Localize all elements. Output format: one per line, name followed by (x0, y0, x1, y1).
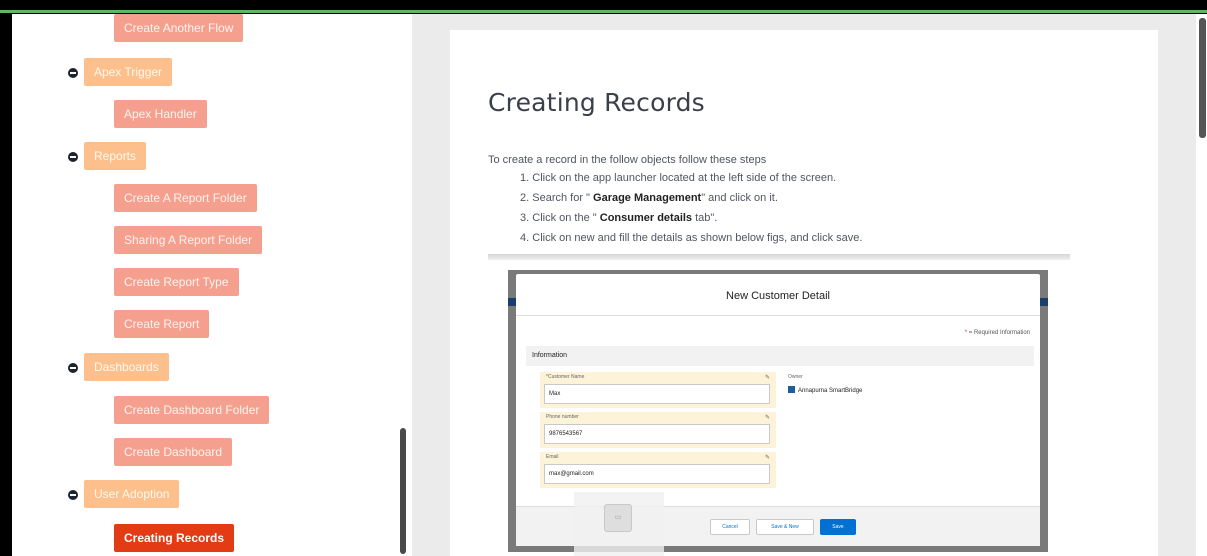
step-1: 1. Click on the app launcher located at … (520, 172, 836, 184)
top-accent-line (0, 10, 1207, 13)
field-label: Email (546, 454, 559, 460)
sidebar-item-label[interactable]: Create A Report Folder (114, 184, 257, 212)
user-icon (788, 386, 795, 393)
edit-icon: ✎ (764, 455, 770, 461)
edit-icon: ✎ (764, 375, 770, 381)
step-text-after: " and click on it. (701, 192, 778, 204)
sidebar-item-label[interactable]: Dashboards (84, 353, 169, 381)
step-number: 4. (520, 232, 530, 244)
step-3: 3. Click on the " Consumer details tab". (520, 212, 717, 224)
field-input: max@gmail.com (544, 464, 770, 484)
step-bold: Garage Management (593, 192, 702, 204)
field-label: Phone number (546, 414, 579, 420)
required-note: * = Required Information (964, 330, 1030, 336)
sidebar-scrollbar-thumb[interactable] (400, 428, 406, 554)
sidebar-item-label[interactable]: Reports (84, 142, 147, 170)
step-2: 2. Search for " Garage Management" and c… (520, 192, 778, 204)
sidebar-item-label[interactable]: Create Report (114, 310, 210, 338)
sidebar-nav: Create Another Flow Apex Trigger Apex Ha… (12, 14, 412, 556)
section-header: Information (526, 346, 1034, 366)
email-field: Email ✎ max@gmail.com (540, 452, 776, 488)
step-4: 4. Click on new and fill the details as … (520, 232, 862, 244)
save-button: Save (820, 519, 856, 535)
page-title: Creating Records (488, 88, 705, 117)
sidebar-item-label[interactable]: Create Report Type (114, 268, 239, 296)
field-label: *Customer Name (546, 374, 585, 380)
sidebar-item-label[interactable]: Sharing A Report Folder (114, 226, 263, 254)
step-number: 3. (520, 212, 530, 224)
field-input: Max (544, 384, 770, 404)
owner-value: Annapurna SmartBridge (788, 386, 862, 394)
step-number: 1. (520, 172, 530, 184)
collapse-icon[interactable] (68, 68, 78, 78)
sidebar-item-label[interactable]: Create Dashboard (114, 438, 233, 466)
step-text: Search for " (532, 192, 594, 204)
step-text-after: tab". (695, 212, 718, 224)
intro-text: To create a record in the follow objects… (488, 154, 767, 166)
cancel-button: Cancel (710, 519, 750, 535)
step-text: Click on new and fill the details as sho… (532, 232, 863, 244)
screen: Create Another Flow Apex Trigger Apex Ha… (0, 0, 1207, 556)
phone-number-field: Phone number ✎ 9876543567 (540, 412, 776, 448)
main-content: Creating Records To create a record in t… (412, 14, 1196, 556)
sidebar-item-label[interactable]: Creating Records (114, 524, 235, 552)
owner-label: Owner (788, 374, 803, 380)
customer-name-field: *Customer Name ✎ Max (540, 372, 776, 408)
sidebar-item-label[interactable]: User Adoption (84, 480, 180, 508)
collapse-icon[interactable] (68, 363, 78, 373)
sidebar-item-label[interactable]: Create Another Flow (114, 14, 244, 42)
sidebar-item-label[interactable]: Create Dashboard Folder (114, 396, 270, 424)
collapse-icon[interactable] (68, 152, 78, 162)
image-icon[interactable]: ▭ (604, 504, 632, 532)
step-text: Click on the app launcher located at the… (532, 172, 837, 184)
save-new-button: Save & New (756, 519, 814, 535)
edit-icon: ✎ (764, 415, 770, 421)
step-text: Click on the " (532, 212, 600, 224)
sidebar-item-label[interactable]: Apex Handler (114, 100, 207, 128)
collapse-icon[interactable] (68, 490, 78, 500)
step-number: 2. (520, 192, 530, 204)
top-bar (0, 0, 1207, 14)
content-card: Creating Records To create a record in t… (450, 30, 1158, 556)
page-scrollbar-thumb[interactable] (1199, 18, 1206, 138)
modal-title: New Customer Detail (516, 274, 1040, 316)
section-divider (488, 254, 1070, 260)
field-input: 9876543567 (544, 424, 770, 444)
step-bold: Consumer details (599, 212, 696, 224)
sidebar-item-label[interactable]: Apex Trigger (84, 58, 173, 86)
